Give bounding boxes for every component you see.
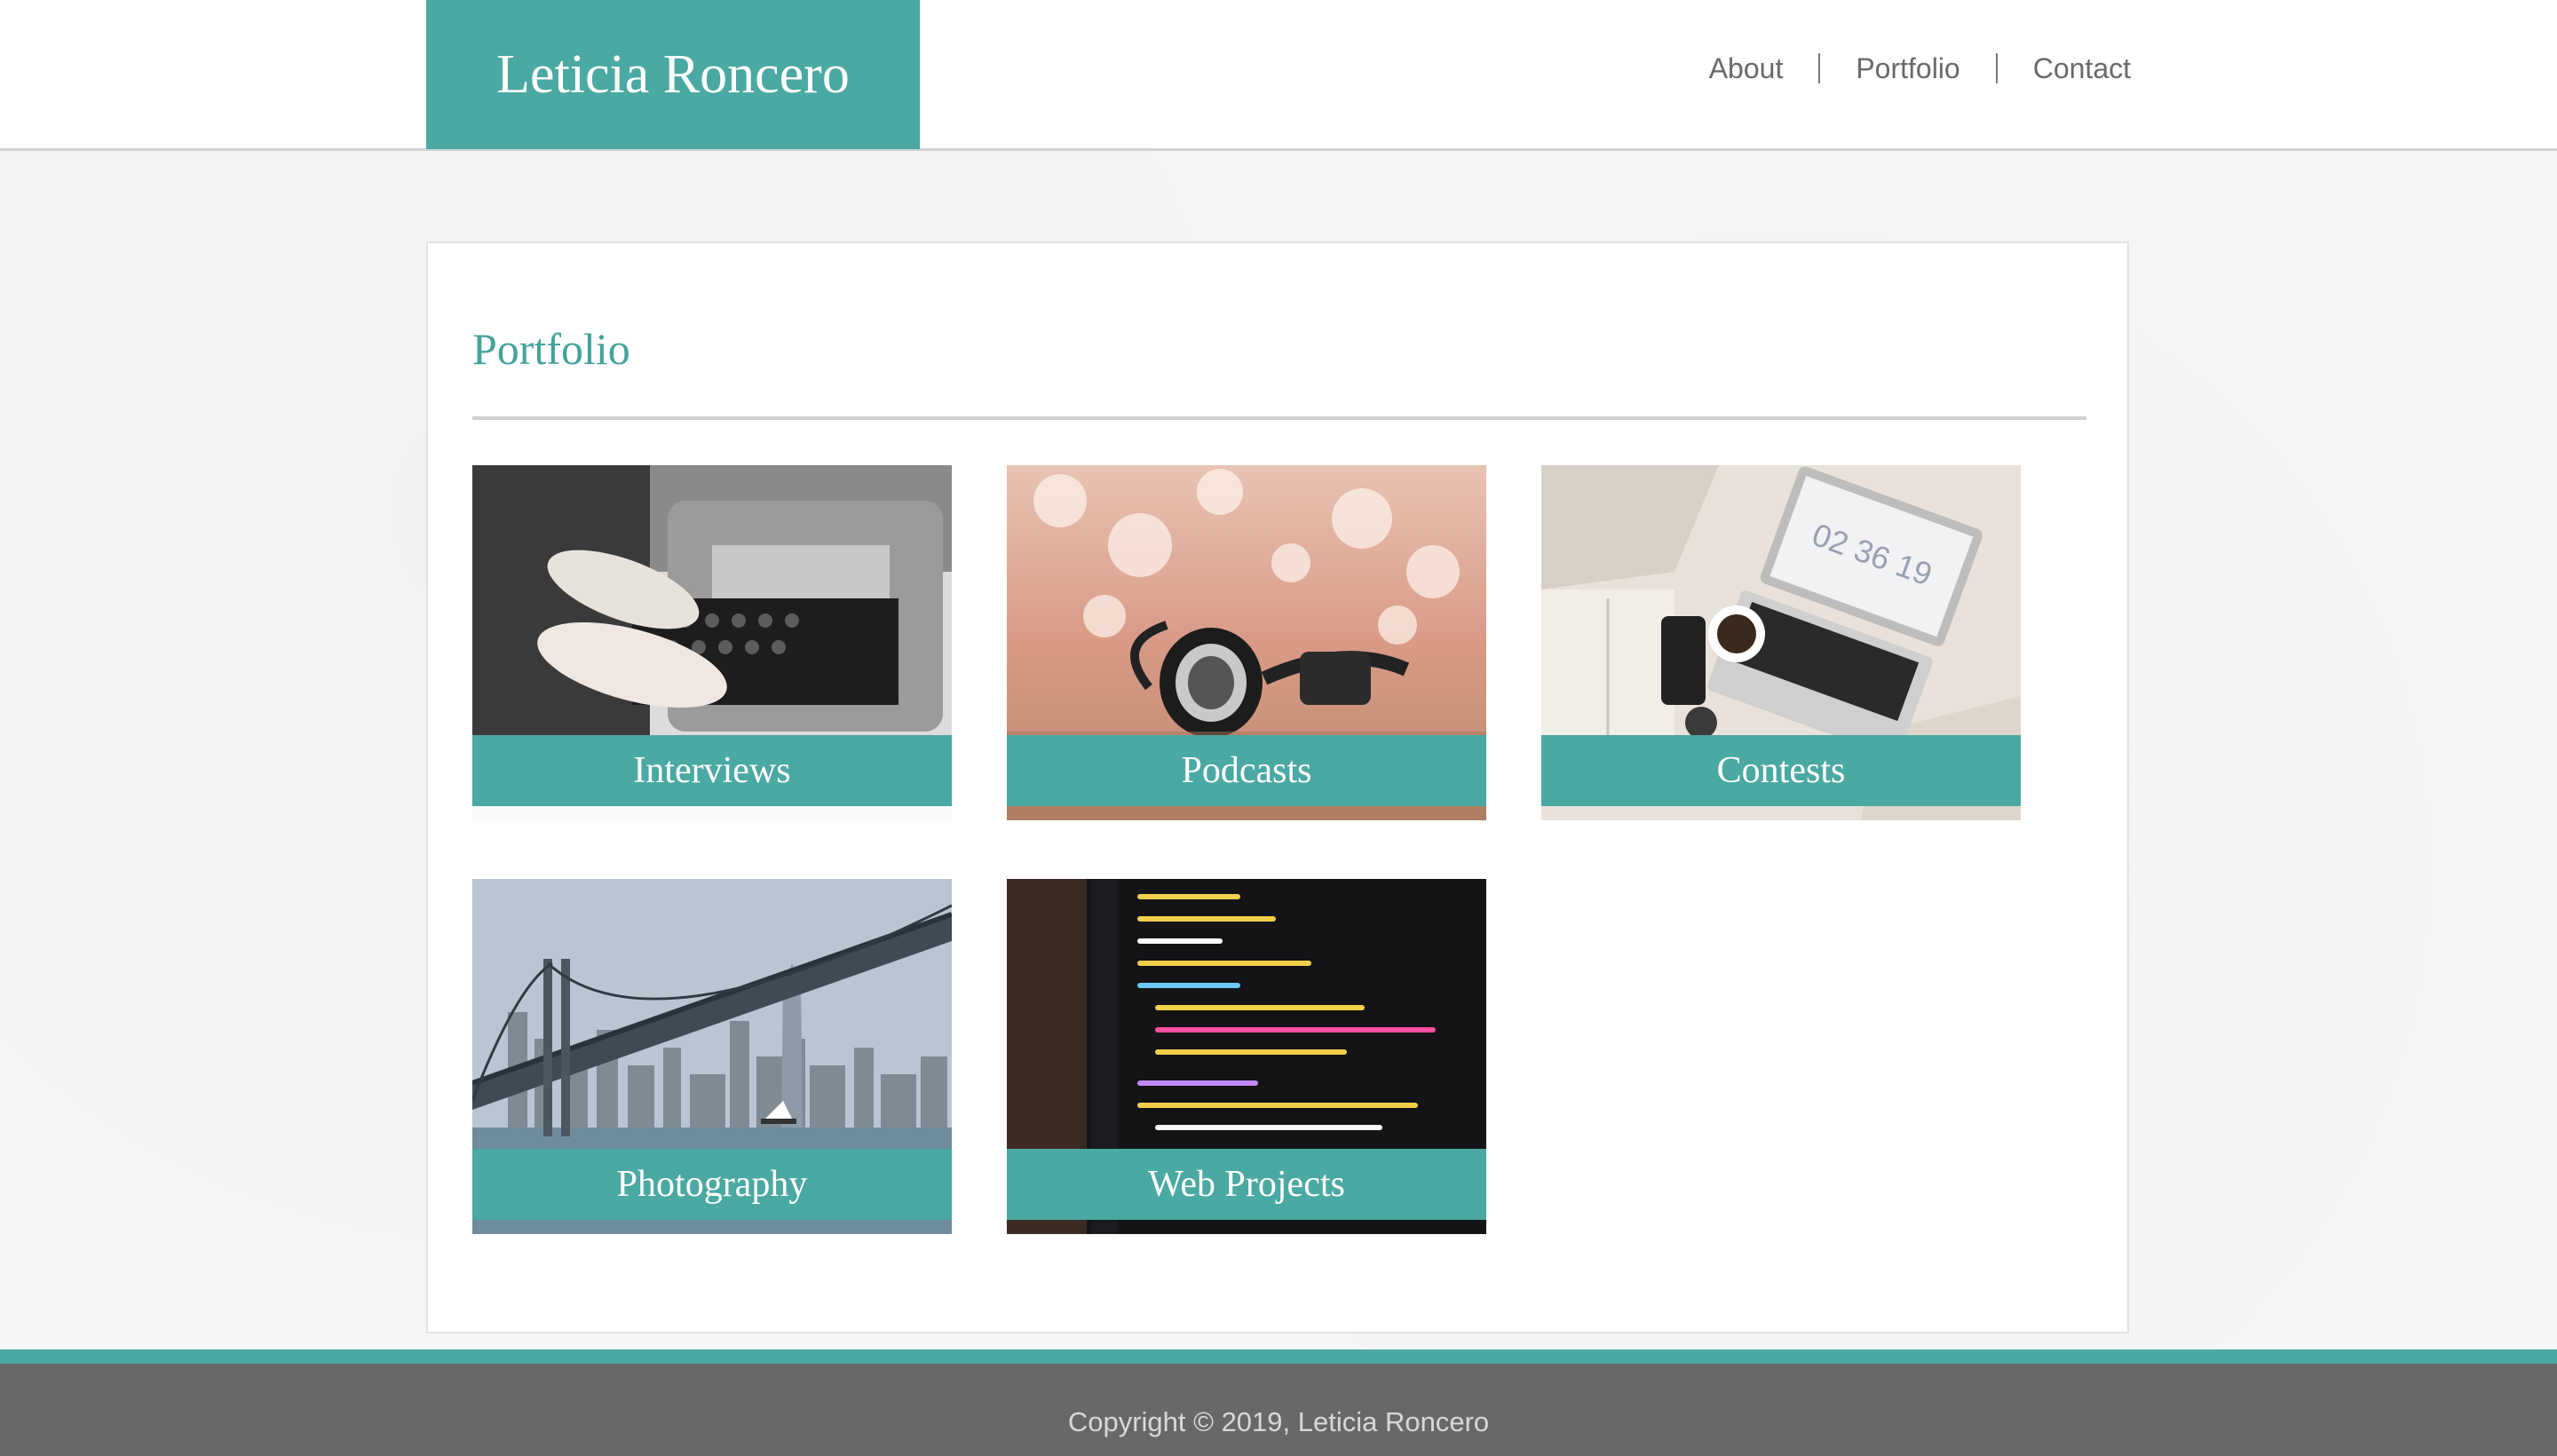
tile-label: Contests (1541, 735, 2021, 806)
nav-link-portfolio[interactable]: Portfolio (1818, 53, 1995, 83)
main-nav: About Portfolio Contact (1674, 0, 2131, 137)
tile-label: Podcasts (1007, 735, 1486, 806)
portfolio-tile-contests[interactable]: 02 36 19 Contests (1541, 465, 2021, 820)
tile-label: Interviews (472, 735, 952, 806)
site-footer (0, 1349, 2557, 1456)
portfolio-tile-interviews[interactable]: Interviews (472, 465, 952, 820)
nav-link-contact[interactable]: Contact (1995, 53, 2131, 83)
portfolio-tile-podcasts[interactable]: Podcasts (1007, 465, 1486, 820)
title-divider (472, 416, 2086, 420)
portfolio-tile-photography[interactable]: Photography (472, 879, 952, 1234)
tile-label: Photography (472, 1149, 952, 1220)
site-header: Leticia Roncero About Portfolio Contact (0, 0, 2557, 151)
page-title: Portfolio (472, 324, 630, 374)
tile-label: Web Projects (1007, 1149, 1486, 1220)
portfolio-card: Portfolio Interviews Podcasts 02 36 19 C… (426, 241, 2129, 1333)
portfolio-tile-web-projects[interactable]: Web Projects (1007, 879, 1486, 1234)
site-logo[interactable]: Leticia Roncero (426, 0, 920, 149)
nav-link-about[interactable]: About (1674, 53, 1819, 83)
copyright-text: Copyright © 2019, Leticia Roncero (1067, 1406, 1490, 1437)
